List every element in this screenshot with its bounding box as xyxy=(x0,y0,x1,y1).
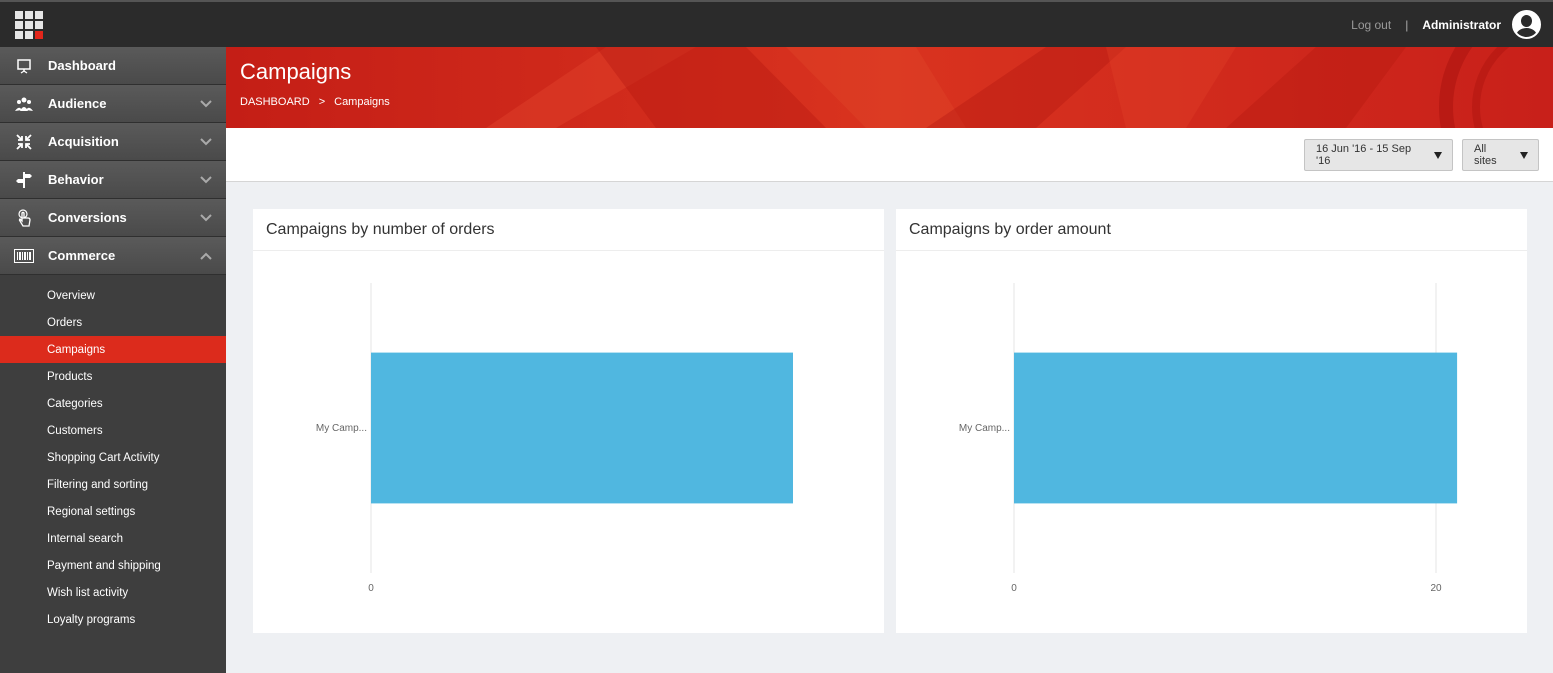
x-tick-label: 0 xyxy=(368,583,374,594)
top-bar: Log out | Administrator xyxy=(0,0,1553,47)
page-title: Campaigns xyxy=(240,59,352,84)
commerce-subnav: Overview Orders Campaigns Products Categorie… xyxy=(0,275,226,633)
filter-toolbar: 16 Jun '16 - 15 Sep '16 All sites xyxy=(226,128,1553,182)
subnav-item-regional-settings[interactable]: Regional settings xyxy=(0,498,226,525)
chevron-down-icon[interactable] xyxy=(186,175,226,184)
signpost-icon xyxy=(0,171,48,189)
panel-title: Campaigns by number of orders xyxy=(253,209,884,251)
arrows-in-icon xyxy=(0,133,48,150)
x-tick-label: 0 xyxy=(1011,583,1017,594)
sidebar-item-label: Behavior xyxy=(48,172,104,187)
barcode-icon xyxy=(0,248,48,263)
subnav-item-campaigns[interactable]: Campaigns xyxy=(0,336,226,363)
subnav-item-orders[interactable]: Orders xyxy=(0,309,226,336)
subnav-item-internal-search[interactable]: Internal search xyxy=(0,525,226,552)
panel-title: Campaigns by order amount xyxy=(896,209,1527,251)
subnav-item-customers[interactable]: Customers xyxy=(0,417,226,444)
sidebar-item-commerce[interactable]: Commerce xyxy=(0,237,226,275)
orders-bar-chart: 0 My Camp... xyxy=(316,283,793,594)
logout-link[interactable]: Log out xyxy=(1351,18,1391,32)
x-tick-label: 20 xyxy=(1430,583,1442,594)
site-filter-value: All sites xyxy=(1474,143,1497,167)
sidebar-item-label: Conversions xyxy=(48,210,127,225)
subnav-item-shopping-cart-activity[interactable]: Shopping Cart Activity xyxy=(0,444,226,471)
date-range-value: 16 Jun '16 - 15 Sep '16 xyxy=(1316,143,1412,167)
sidebar-item-label: Acquisition xyxy=(48,134,119,149)
sidebar-item-audience[interactable]: Audience xyxy=(0,85,226,123)
subnav-item-wish-list-activity[interactable]: Wish list activity xyxy=(0,579,226,606)
caret-down-icon xyxy=(1520,151,1528,159)
subnav-item-overview[interactable]: Overview xyxy=(0,282,226,309)
sidebar-item-label: Dashboard xyxy=(48,58,116,73)
subnav-item-categories[interactable]: Categories xyxy=(0,390,226,417)
breadcrumb: DASHBOARD > Campaigns xyxy=(240,96,390,108)
sidebar-item-conversions[interactable]: Conversions xyxy=(0,199,226,237)
bar[interactable] xyxy=(371,352,793,504)
subnav-item-loyalty-programs[interactable]: Loyalty programs xyxy=(0,606,226,633)
sidebar: Dashboard Audience Acquisition Behavior Conv… xyxy=(0,47,226,673)
sidebar-item-label: Commerce xyxy=(48,248,116,263)
amount-chart-panel: Campaigns by order amount 0 20 My Camp... xyxy=(896,209,1527,633)
date-range-dropdown[interactable]: 16 Jun '16 - 15 Sep '16 xyxy=(1304,139,1453,171)
site-filter-dropdown[interactable]: All sites xyxy=(1462,139,1539,171)
topbar-separator: | xyxy=(1405,17,1409,32)
subnav-item-filtering-and-sorting[interactable]: Filtering and sorting xyxy=(0,471,226,498)
sidebar-item-label: Audience xyxy=(48,96,107,111)
chevron-up-icon[interactable] xyxy=(186,252,226,260)
orders-chart-panel: Campaigns by number of orders 0 My Camp..… xyxy=(253,209,884,633)
avatar-icon[interactable] xyxy=(1512,10,1541,39)
breadcrumb-dashboard-link[interactable]: DASHBOARD xyxy=(240,96,310,108)
app-logo-icon[interactable] xyxy=(15,11,43,39)
chevron-down-icon[interactable] xyxy=(186,99,226,108)
sidebar-item-dashboard[interactable]: Dashboard xyxy=(0,47,226,85)
hand-pointer-icon xyxy=(0,208,48,227)
header-background xyxy=(226,47,1553,128)
chevron-down-icon[interactable] xyxy=(186,213,226,222)
presentation-icon xyxy=(0,58,48,74)
chevron-down-icon[interactable] xyxy=(186,137,226,146)
user-area: Log out | Administrator xyxy=(1351,2,1541,47)
bar[interactable] xyxy=(1014,352,1458,504)
page-header: Campaigns DASHBOARD > Campaigns xyxy=(226,47,1553,128)
amount-bar-chart: 0 20 My Camp... xyxy=(959,283,1458,594)
sidebar-item-behavior[interactable]: Behavior xyxy=(0,161,226,199)
subnav-item-products[interactable]: Products xyxy=(0,363,226,390)
people-icon xyxy=(0,96,48,112)
category-label: My Camp... xyxy=(959,423,1010,434)
subnav-item-payment-and-shipping[interactable]: Payment and shipping xyxy=(0,552,226,579)
category-label: My Camp... xyxy=(316,423,367,434)
breadcrumb-separator: > xyxy=(318,96,326,108)
sidebar-nav: Dashboard Audience Acquisition Behavior Conv… xyxy=(0,47,226,275)
caret-down-icon xyxy=(1434,151,1442,159)
breadcrumb-current: Campaigns xyxy=(334,96,390,108)
user-name[interactable]: Administrator xyxy=(1422,18,1501,32)
sidebar-item-acquisition[interactable]: Acquisition xyxy=(0,123,226,161)
